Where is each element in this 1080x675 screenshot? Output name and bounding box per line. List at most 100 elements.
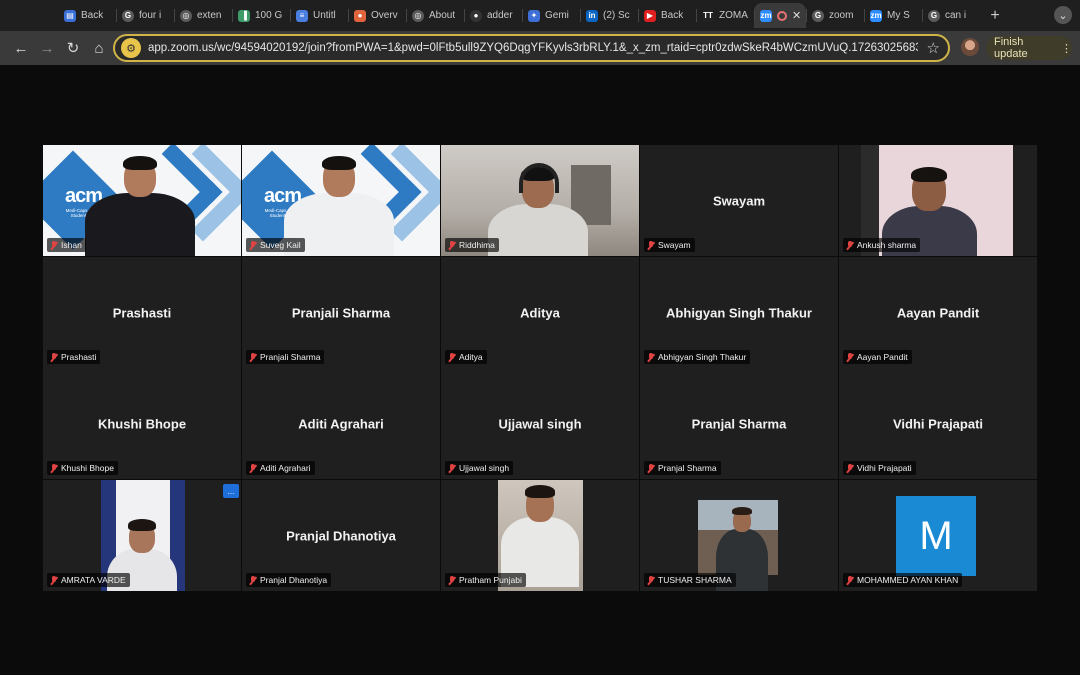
participant-tile[interactable]: Pranjal Dhanotiya Pranjal Dhanotiya bbox=[242, 480, 440, 591]
tf-icon: TT bbox=[702, 9, 714, 22]
browser-tab[interactable]: in (2) Sc bbox=[580, 3, 638, 28]
forward-icon[interactable]: → bbox=[34, 35, 60, 61]
browser-tab[interactable]: ▶ Back bbox=[638, 3, 696, 28]
mic-muted-icon bbox=[448, 575, 456, 585]
browser-tab[interactable]: Gzoom bbox=[806, 3, 864, 28]
participant-tile[interactable]: Riddhima bbox=[441, 145, 639, 256]
participant-tile[interactable]: acmMedi-Caps University Student ChapterS… bbox=[242, 145, 440, 256]
participant-tile[interactable]: Aayan Pandit Aayan Pandit bbox=[839, 257, 1037, 368]
participant-name: Pranjal Sharma bbox=[658, 463, 717, 473]
participant-name-tag: Khushi Bhope bbox=[47, 461, 118, 475]
participant-name: AMRATA VARDE bbox=[61, 575, 126, 585]
tab-title: Gemi bbox=[545, 10, 569, 21]
participant-tile[interactable]: Pratham Punjabi bbox=[441, 480, 639, 591]
browser-tab[interactable]: Gfour i bbox=[116, 3, 174, 28]
participant-tile[interactable]: Aditya Aditya bbox=[441, 257, 639, 368]
address-bar[interactable]: ⚙ app.zoom.us/wc/94594020192/join?fromPW… bbox=[113, 34, 950, 62]
close-icon[interactable]: ✕ bbox=[792, 9, 801, 22]
tab-title: four i bbox=[139, 10, 162, 21]
mic-muted-icon bbox=[846, 240, 854, 250]
browser-tab[interactable]: ◎ exten bbox=[174, 3, 232, 28]
home-icon[interactable]: ⌂ bbox=[86, 35, 112, 61]
mic-muted-icon bbox=[249, 352, 257, 362]
participant-name-tag: TUSHAR SHARMA bbox=[644, 573, 736, 587]
tab-title: My S bbox=[887, 10, 910, 21]
browser-tab[interactable]: ● Overv bbox=[348, 3, 406, 28]
participant-tile[interactable]: Aditi Agrahari Aditi Agrahari bbox=[242, 368, 440, 479]
participant-tile[interactable]: Vidhi Prajapati Vidhi Prajapati bbox=[839, 368, 1037, 479]
browser-tab[interactable]: ▐ 100 G bbox=[232, 3, 290, 28]
tab-title: exten bbox=[197, 10, 222, 21]
participant-tile[interactable]: Khushi Bhope Khushi Bhope bbox=[43, 368, 241, 479]
browser-tab[interactable]: TT ZOMA bbox=[696, 3, 754, 28]
participant-name-tag: Pranjal Sharma bbox=[644, 461, 721, 475]
gemini-icon: ✦ bbox=[528, 9, 540, 22]
participant-display-name: Swayam bbox=[712, 193, 766, 208]
google-icon: G bbox=[812, 9, 824, 22]
participant-tile[interactable]: acmMedi-Caps University Student ChapterI… bbox=[43, 145, 241, 256]
mic-muted-icon bbox=[846, 463, 854, 473]
mic-muted-icon bbox=[249, 463, 257, 473]
browser-tab[interactable]: ◎ About bbox=[406, 3, 464, 28]
participant-name-tag: Prashasti bbox=[47, 350, 101, 364]
mic-muted-icon bbox=[846, 352, 854, 362]
participant-name: Swayam bbox=[658, 240, 691, 250]
participant-name-tag: Abhigyan Singh Thakur bbox=[644, 350, 751, 364]
mic-muted-icon bbox=[50, 463, 58, 473]
reload-icon[interactable]: ↻ bbox=[60, 35, 86, 61]
browser-tab-strip: ▤ Back Gfour i ◎ exten ▐ 100 G ≡ Untitl ● Overv ◎ Ab… bbox=[0, 0, 1080, 31]
browser-tab[interactable]: ≡ Untitl bbox=[290, 3, 348, 28]
zoom-icon: zm bbox=[870, 9, 882, 22]
url-text[interactable]: app.zoom.us/wc/94594020192/join?fromPWA=… bbox=[148, 42, 918, 54]
browser-tab[interactable]: Gcan i bbox=[922, 3, 980, 28]
participant-tile[interactable]: Ankush sharma bbox=[839, 145, 1037, 256]
participant-name-tag: Aditi Agrahari bbox=[246, 461, 315, 475]
participant-name-tag: Ankush sharma bbox=[843, 238, 921, 252]
finish-update-button[interactable]: Finish update ⋮ bbox=[986, 36, 1072, 60]
participant-name: Riddhima bbox=[459, 240, 495, 250]
person-hair bbox=[732, 507, 752, 516]
globe-icon: ◎ bbox=[180, 9, 192, 22]
mic-muted-icon bbox=[448, 352, 456, 362]
participant-name: Aditi Agrahari bbox=[260, 463, 311, 473]
person-torso bbox=[85, 192, 195, 256]
person-hair bbox=[525, 485, 555, 498]
participant-name: Suveg Kail bbox=[260, 240, 301, 250]
mic-muted-icon bbox=[647, 575, 655, 585]
chart-icon: ▐ bbox=[238, 9, 250, 22]
participant-name-tag: Pranjali Sharma bbox=[246, 350, 325, 364]
participant-tile[interactable]: Pranjali Sharma Pranjali Sharma bbox=[242, 257, 440, 368]
tab-title: (2) Sc bbox=[603, 10, 630, 21]
tab-title: ZOMA bbox=[719, 10, 748, 21]
mic-muted-icon bbox=[448, 463, 456, 473]
participant-tile[interactable]: M MOHAMMED AYAN KHAN bbox=[839, 480, 1037, 591]
tab-title: About bbox=[429, 10, 456, 21]
participant-tile[interactable]: Swayam Swayam bbox=[640, 145, 838, 256]
new-tab-button[interactable]: + bbox=[984, 5, 1006, 27]
back-icon[interactable]: ← bbox=[8, 35, 34, 61]
participant-name: Vidhi Prajapati bbox=[857, 463, 912, 473]
profile-avatar[interactable] bbox=[961, 38, 979, 56]
kebab-menu-icon[interactable]: ⋮ bbox=[1061, 42, 1072, 55]
participant-tile[interactable]: Pranjal Sharma Pranjal Sharma bbox=[640, 368, 838, 479]
participant-tile[interactable]: Ujjawal singh Ujjawal singh bbox=[441, 368, 639, 479]
participant-tile[interactable]: AMRATA VARDE... bbox=[43, 480, 241, 591]
youtube-icon: ▶ bbox=[644, 9, 656, 22]
browser-tab[interactable]: zm My S bbox=[864, 3, 922, 28]
tile-more-options-button[interactable]: ... bbox=[223, 484, 239, 498]
tab-search-icon[interactable]: ⌄ bbox=[1054, 6, 1072, 24]
browser-tab[interactable]: ● adder bbox=[464, 3, 522, 28]
globe-icon: ◎ bbox=[412, 9, 424, 22]
participant-tile[interactable]: Prashasti Prashasti bbox=[43, 257, 241, 368]
participant-name: Pranjal Dhanotiya bbox=[260, 575, 328, 585]
participant-tile[interactable]: TUSHAR SHARMA bbox=[640, 480, 838, 591]
site-info-icon[interactable]: ⚙ bbox=[121, 38, 141, 58]
participant-name-tag: Aditya bbox=[445, 350, 487, 364]
bookmark-star-icon[interactable]: ☆ bbox=[927, 39, 940, 57]
participant-name: Pranjali Sharma bbox=[260, 352, 321, 362]
video-gallery: acmMedi-Caps University Student ChapterI… bbox=[43, 145, 1037, 591]
browser-tab[interactable]: ▤ Back bbox=[58, 3, 116, 28]
browser-tab[interactable]: ✦ Gemi bbox=[522, 3, 580, 28]
participant-tile[interactable]: Abhigyan Singh Thakur Abhigyan Singh Thak… bbox=[640, 257, 838, 368]
browser-tab[interactable]: zm ✕ bbox=[754, 3, 806, 28]
